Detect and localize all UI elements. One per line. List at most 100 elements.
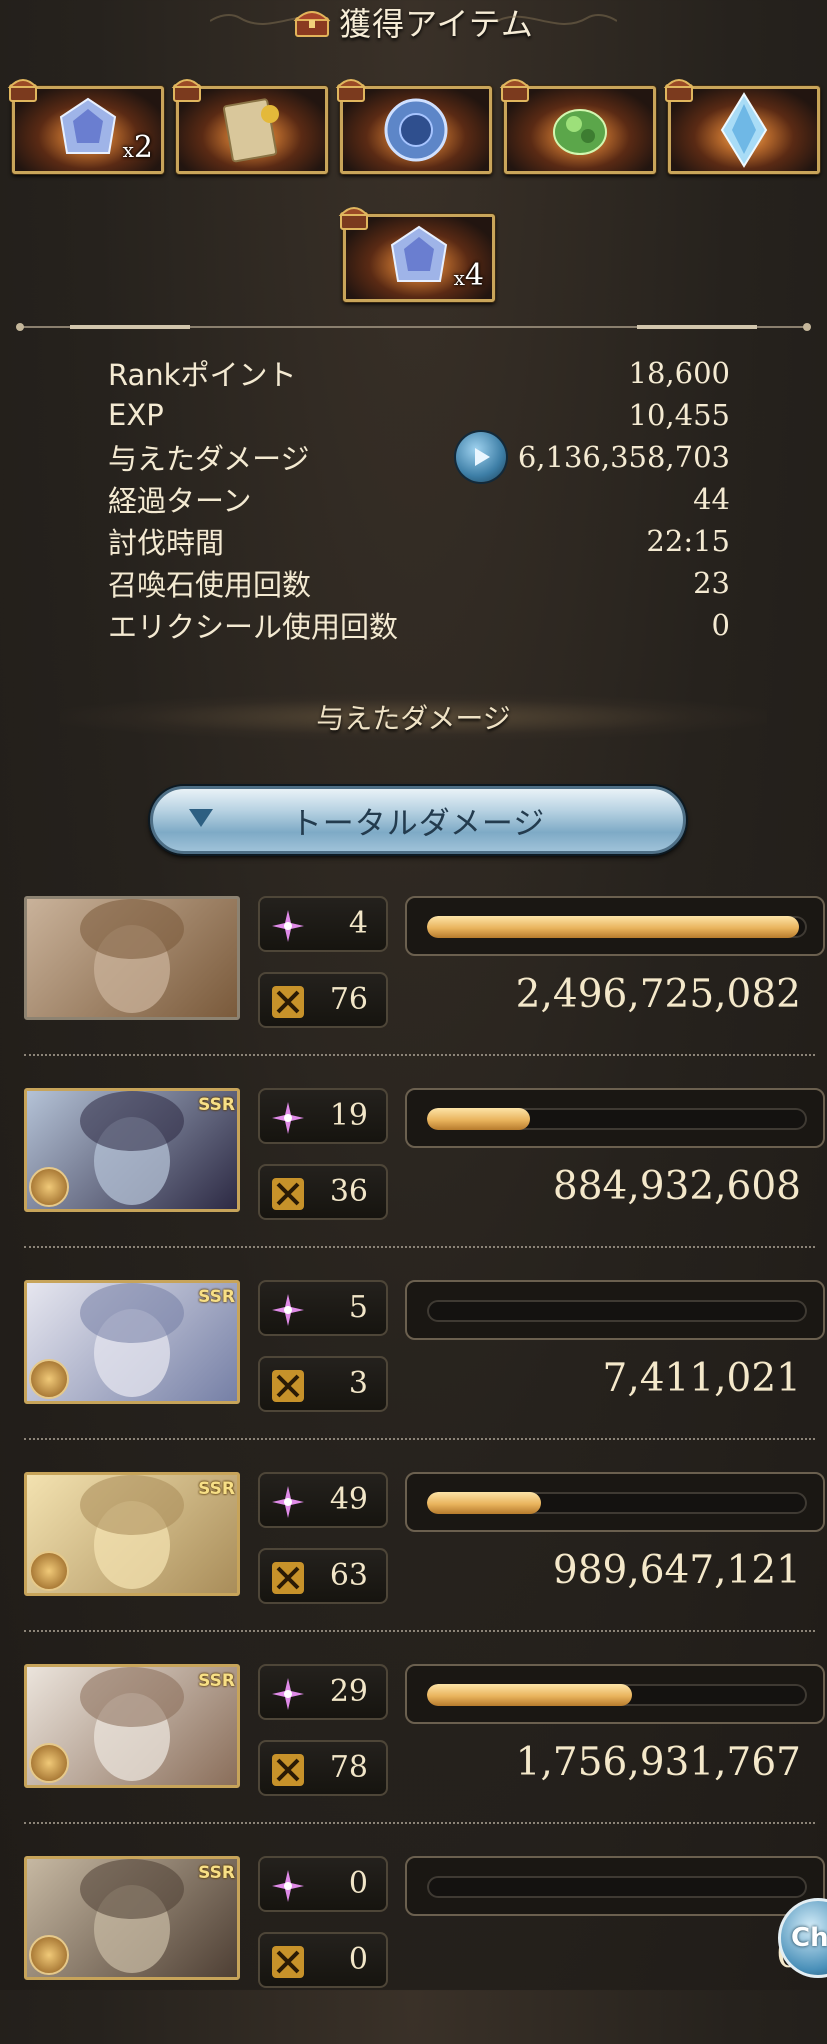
character-damage: 2,496,725,082 — [515, 972, 801, 1017]
skill-sparkle-icon — [272, 910, 304, 942]
damage-type-dropdown[interactable]: トータルダメージ — [150, 786, 686, 854]
chest-badge-icon — [499, 79, 531, 102]
skill-count-pill: 19 — [258, 1088, 388, 1144]
ssr-badge: SSR — [198, 1671, 235, 1691]
damage-bar-track — [427, 916, 807, 938]
attack-count: 76 — [329, 982, 368, 1017]
treasure-chest-icon — [293, 11, 331, 37]
skill-sparkle-icon — [272, 1486, 304, 1518]
attack-count-pill: 78 — [258, 1740, 388, 1796]
damage-bar-frame — [405, 1472, 825, 1532]
stat-value: 18,600 — [628, 356, 730, 390]
character-damage-list: 4 76 2,496,725,082 SSR 19 36 884,932,608… — [0, 892, 827, 2044]
stat-value: 22:15 — [646, 524, 730, 558]
character-row: 4 76 2,496,725,082 — [0, 892, 827, 1084]
ssr-badge: SSR — [198, 1287, 235, 1307]
skill-count: 5 — [348, 1290, 368, 1325]
reward-item[interactable] — [335, 79, 492, 174]
damage-bar-fill — [427, 1108, 530, 1130]
play-icon — [474, 448, 490, 466]
skill-count: 4 — [348, 906, 368, 941]
character-damage: 989,647,121 — [552, 1548, 801, 1593]
skill-sparkle-icon — [272, 1678, 304, 1710]
damage-bar-track — [427, 1300, 807, 1322]
attack-count: 3 — [348, 1366, 368, 1401]
stat-value: 23 — [693, 566, 730, 600]
character-portrait[interactable]: SSR — [24, 1088, 240, 1212]
scroll-icon — [222, 98, 279, 163]
ssr-badge: SSR — [198, 1863, 235, 1883]
character-portrait[interactable]: SSR — [24, 1856, 240, 1980]
character-portrait[interactable]: SSR — [24, 1280, 240, 1404]
damage-bar-track — [427, 1684, 807, 1706]
skill-count: 29 — [329, 1674, 368, 1709]
stat-label: 経過ターン — [108, 484, 252, 518]
damage-detail-play-button[interactable] — [455, 432, 506, 482]
damage-bar-frame — [405, 1088, 825, 1148]
chest-badge-icon — [171, 79, 203, 102]
crossed-swords-icon — [272, 1754, 304, 1786]
character-damage: 1,756,931,767 — [515, 1740, 801, 1785]
stat-label: 与えたダメージ — [108, 442, 310, 476]
character-row: SSR 19 36 884,932,608 — [0, 1084, 827, 1276]
reward-item[interactable]: x2 — [7, 79, 164, 174]
character-damage: 7,411,021 — [602, 1356, 802, 1401]
damage-bar-fill — [427, 1492, 541, 1514]
attack-count: 63 — [329, 1558, 368, 1593]
skill-sparkle-icon — [272, 1870, 304, 1902]
reward-item[interactable] — [499, 79, 656, 174]
character-row: SSR 0 0 0 — [0, 1852, 827, 2044]
reward-item[interactable] — [171, 79, 328, 174]
skill-count: 19 — [329, 1098, 368, 1133]
stat-row: Rankポイント 18,600 — [108, 352, 730, 394]
reward-item[interactable] — [663, 79, 820, 174]
damage-bar-fill — [427, 1684, 633, 1706]
item-quantity: x2 — [122, 130, 153, 165]
character-row: SSR 5 3 7,411,021 — [0, 1276, 827, 1468]
ssr-badge: SSR — [198, 1479, 235, 1499]
skill-sparkle-icon — [272, 1294, 304, 1326]
attack-count-pill: 76 — [258, 972, 388, 1028]
stat-row: 経過ターン 44 — [108, 478, 730, 520]
stat-value: 44 — [693, 482, 730, 516]
skill-count-pill: 29 — [258, 1664, 388, 1720]
chest-badge-icon — [338, 207, 370, 230]
reward-item[interactable]: x4 — [338, 207, 495, 302]
section-divider — [16, 323, 811, 331]
stat-row: 討伐時間 22:15 — [108, 520, 730, 562]
damage-section-title: 与えたダメージ — [316, 702, 511, 735]
stat-row: エリクシール使用回数 0 — [108, 604, 730, 646]
chest-badge-icon — [335, 79, 367, 102]
stat-row: 与えたダメージ 6,136,358,703 — [108, 432, 730, 482]
battle-stats: Rankポイント 18,600 EXP 10,455 与えたダメージ 6,136… — [108, 352, 730, 646]
attack-count-pill: 3 — [258, 1356, 388, 1412]
skill-count: 49 — [329, 1482, 368, 1517]
stat-value: 10,455 — [628, 398, 730, 432]
character-portrait[interactable]: SSR — [24, 1664, 240, 1788]
attack-count: 36 — [329, 1174, 368, 1209]
chest-badge-icon — [663, 79, 695, 102]
skill-sparkle-icon — [272, 1102, 304, 1134]
character-portrait[interactable] — [24, 896, 240, 1020]
attack-count-pill: 0 — [258, 1932, 388, 1988]
ssr-badge: SSR — [198, 1095, 235, 1115]
skill-count: 0 — [348, 1866, 368, 1901]
skill-count-pill: 4 — [258, 896, 388, 952]
stat-label: Rankポイント — [108, 358, 297, 392]
damage-section-header: 与えたダメージ — [60, 694, 767, 740]
orb-icon — [384, 98, 448, 162]
character-portrait[interactable]: SSR — [24, 1472, 240, 1596]
element-icon — [29, 1935, 69, 1975]
green-stone-icon — [553, 109, 607, 155]
character-damage: 884,932,608 — [552, 1164, 801, 1209]
crystal-icon — [390, 225, 448, 282]
skill-count-pill: 49 — [258, 1472, 388, 1528]
crossed-swords-icon — [272, 1562, 304, 1594]
character-row: SSR 49 63 989,647,121 — [0, 1468, 827, 1660]
attack-count-pill: 63 — [258, 1548, 388, 1604]
stat-row: EXP 10,455 — [108, 394, 730, 436]
stat-value: 0 — [711, 608, 730, 642]
row-divider — [24, 1438, 815, 1440]
damage-bar-frame — [405, 1280, 825, 1340]
damage-bar-track — [427, 1876, 807, 1898]
